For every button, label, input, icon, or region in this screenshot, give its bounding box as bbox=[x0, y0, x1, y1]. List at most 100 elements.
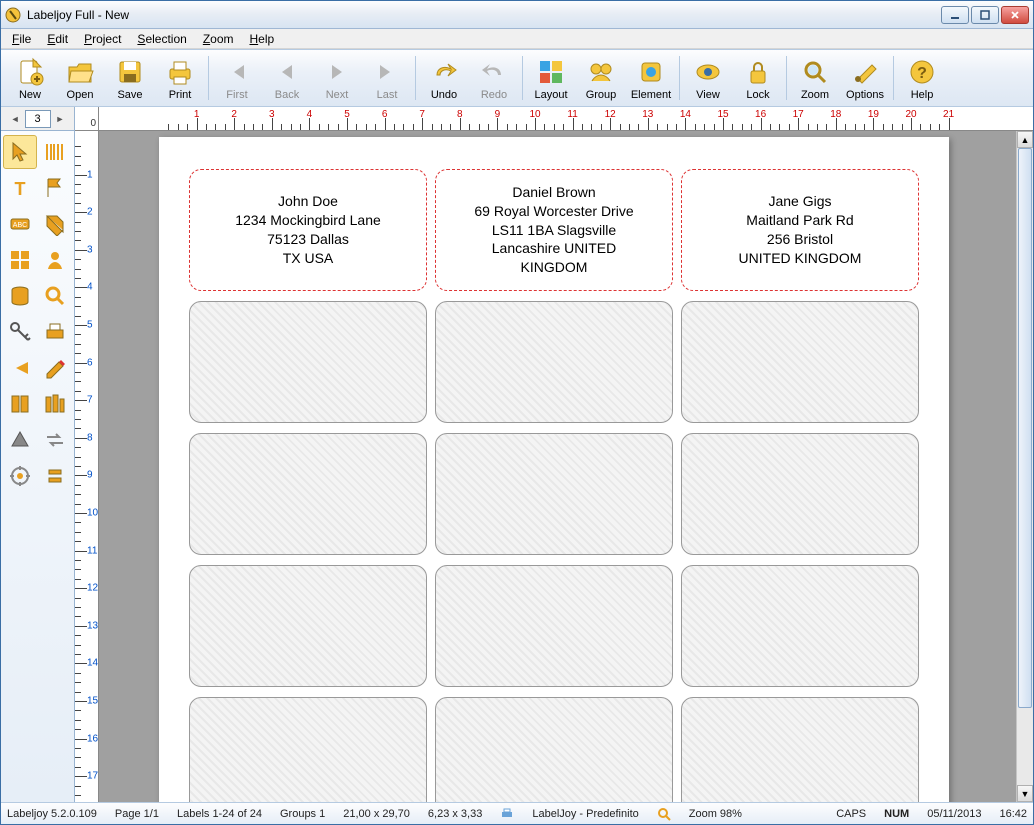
label-cell-empty[interactable] bbox=[681, 301, 919, 423]
layout-button[interactable]: Layout bbox=[526, 51, 576, 105]
person-tool[interactable] bbox=[39, 243, 73, 277]
page-prev-button[interactable]: ◄ bbox=[8, 114, 23, 124]
app-window: Labeljoy Full - New File Edit Project Se… bbox=[0, 0, 1034, 825]
grid-tool[interactable] bbox=[3, 243, 37, 277]
find-tool[interactable] bbox=[39, 279, 73, 313]
target-tool[interactable] bbox=[3, 459, 37, 493]
save-icon bbox=[114, 56, 146, 88]
status-time: 16:42 bbox=[999, 808, 1027, 820]
label-cell-empty[interactable] bbox=[435, 433, 673, 555]
open-icon bbox=[64, 56, 96, 88]
view-icon bbox=[692, 56, 724, 88]
back-button[interactable]: Back bbox=[262, 51, 312, 105]
books-tool[interactable] bbox=[39, 387, 73, 421]
group-button[interactable]: Group bbox=[576, 51, 626, 105]
element-button[interactable]: Element bbox=[626, 51, 676, 105]
zoom-icon bbox=[657, 807, 671, 821]
new-icon bbox=[14, 56, 46, 88]
menu-help[interactable]: Help bbox=[243, 31, 282, 47]
save-button[interactable]: Save bbox=[105, 51, 155, 105]
print-button[interactable]: Print bbox=[155, 51, 205, 105]
open-button[interactable]: Open bbox=[55, 51, 105, 105]
label-cell-empty[interactable] bbox=[435, 301, 673, 423]
label-cell-empty[interactable] bbox=[189, 697, 427, 802]
new-button[interactable]: New bbox=[5, 51, 55, 105]
text-tool[interactable]: T bbox=[3, 171, 37, 205]
status-page: Page 1/1 bbox=[115, 808, 159, 820]
scroll-up-button[interactable]: ▲ bbox=[1017, 131, 1033, 148]
view-button[interactable]: View bbox=[683, 51, 733, 105]
canvas-area: 0 123456789101112131415161718192021 1234… bbox=[75, 107, 1033, 802]
barcode-tool[interactable] bbox=[39, 135, 73, 169]
undo-button[interactable]: Undo bbox=[419, 51, 469, 105]
svg-text:ABC: ABC bbox=[13, 222, 27, 229]
layout-icon bbox=[535, 56, 567, 88]
back-icon bbox=[271, 56, 303, 88]
edit-tool[interactable] bbox=[39, 351, 73, 385]
page-next-button[interactable]: ► bbox=[53, 114, 68, 124]
misc-tool[interactable] bbox=[39, 459, 73, 493]
status-zoom: Zoom 98% bbox=[689, 808, 742, 820]
status-num: NUM bbox=[884, 808, 909, 820]
next-button[interactable]: Next bbox=[312, 51, 362, 105]
label-cell[interactable]: Daniel Brown69 Royal Worcester DriveLS11… bbox=[435, 169, 673, 291]
status-printer: LabelJoy - Predefinito bbox=[532, 808, 638, 820]
label-cell-empty[interactable] bbox=[189, 301, 427, 423]
close-button[interactable] bbox=[1001, 6, 1029, 24]
main-toolbar: New Open Save Print First Back Next Last… bbox=[1, 49, 1033, 107]
label-cell-empty[interactable] bbox=[681, 433, 919, 555]
flag-tool[interactable] bbox=[39, 171, 73, 205]
menu-selection[interactable]: Selection bbox=[130, 31, 193, 47]
status-caps: CAPS bbox=[836, 808, 866, 820]
printer-tool[interactable] bbox=[39, 315, 73, 349]
key-tool[interactable] bbox=[3, 315, 37, 349]
printer-icon bbox=[500, 807, 514, 821]
shape-tool[interactable] bbox=[3, 423, 37, 457]
label-cell-empty[interactable] bbox=[435, 697, 673, 802]
menu-file[interactable]: File bbox=[5, 31, 38, 47]
page-selector: ◄ ► bbox=[1, 107, 74, 131]
help-button[interactable]: ?Help bbox=[897, 51, 947, 105]
label-cell-empty[interactable] bbox=[435, 565, 673, 687]
menu-project[interactable]: Project bbox=[77, 31, 128, 47]
zoom-icon bbox=[799, 56, 831, 88]
first-button[interactable]: First bbox=[212, 51, 262, 105]
maximize-button[interactable] bbox=[971, 6, 999, 24]
svg-text:?: ? bbox=[917, 65, 927, 82]
lock-button[interactable]: Lock bbox=[733, 51, 783, 105]
label-cell-empty[interactable] bbox=[189, 565, 427, 687]
label-cell-empty[interactable] bbox=[681, 697, 919, 802]
canvas[interactable]: John Doe1234 Mockingbird Lane75123 Dalla… bbox=[99, 131, 1016, 802]
next-icon bbox=[321, 56, 353, 88]
horizontal-ruler: 123456789101112131415161718192021 bbox=[99, 107, 1033, 131]
pointer-tool[interactable] bbox=[3, 135, 37, 169]
redo-button[interactable]: Redo bbox=[469, 51, 519, 105]
status-groups: Groups 1 bbox=[280, 808, 325, 820]
label-cell-empty[interactable] bbox=[189, 433, 427, 555]
tag-tool[interactable] bbox=[39, 207, 73, 241]
label-cell[interactable]: John Doe1234 Mockingbird Lane75123 Dalla… bbox=[189, 169, 427, 291]
minimize-button[interactable] bbox=[941, 6, 969, 24]
label-grid: John Doe1234 Mockingbird Lane75123 Dalla… bbox=[189, 169, 919, 802]
scroll-down-button[interactable]: ▼ bbox=[1017, 785, 1033, 802]
label-page: John Doe1234 Mockingbird Lane75123 Dalla… bbox=[159, 137, 949, 802]
scroll-thumb[interactable] bbox=[1018, 148, 1032, 708]
workarea: ◄ ► T ABC bbox=[1, 107, 1033, 802]
svg-text:T: T bbox=[14, 179, 25, 199]
textbox-tool[interactable]: ABC bbox=[3, 207, 37, 241]
zoom-button[interactable]: Zoom bbox=[790, 51, 840, 105]
swap-tool[interactable] bbox=[39, 423, 73, 457]
label-cell[interactable]: Jane GigsMaitland Park Rd256 BristolUNIT… bbox=[681, 169, 919, 291]
menu-zoom[interactable]: Zoom bbox=[196, 31, 241, 47]
status-labelsize: 6,23 x 3,33 bbox=[428, 808, 482, 820]
menu-edit[interactable]: Edit bbox=[40, 31, 75, 47]
database-tool[interactable] bbox=[3, 279, 37, 313]
vertical-scrollbar[interactable]: ▲ ▼ bbox=[1016, 131, 1033, 802]
status-date: 05/11/2013 bbox=[927, 808, 981, 820]
label-cell-empty[interactable] bbox=[681, 565, 919, 687]
options-button[interactable]: Options bbox=[840, 51, 890, 105]
last-button[interactable]: Last bbox=[362, 51, 412, 105]
arrow-left-tool[interactable] bbox=[3, 351, 37, 385]
page-number-input[interactable] bbox=[25, 110, 51, 128]
book-tool[interactable] bbox=[3, 387, 37, 421]
